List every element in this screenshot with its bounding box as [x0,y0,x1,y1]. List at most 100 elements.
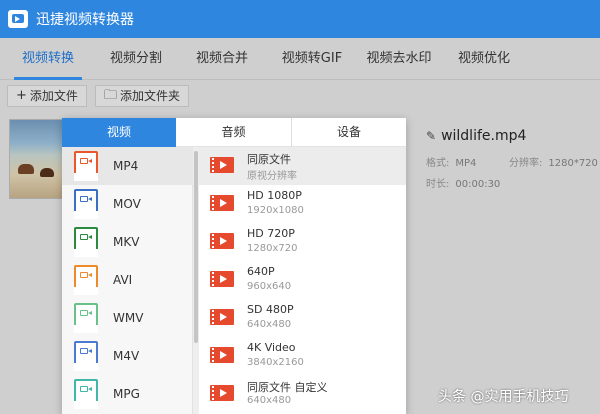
add-file-button[interactable]: + 添加文件 [7,85,87,107]
preset-resolution: 3840x2160 [247,357,304,368]
tab-video-split[interactable]: 视频分割 [104,38,168,80]
app-title: 迅捷视频转换器 [36,12,134,28]
resolution-value: 1280*720 [548,158,598,169]
mov-file-icon: MOV [74,189,98,219]
format-tag: MPG [74,401,98,409]
preset-item[interactable]: 同原文件 原视分辨率 [199,147,406,185]
video-thumbnail[interactable] [9,119,67,199]
preset-name: 640P [247,265,275,278]
tab-video[interactable]: 视频 [62,118,176,147]
format-key: 格式: [426,158,450,169]
format-list: MP4 MP4 MOV MOV MKV MKV AVI AVI WMV WMV M4V M4V MPG M… [62,147,193,414]
main-nav: 视频转换 视频分割 视频合并 视频转GIF 视频去水印 视频优化 [0,38,600,80]
camera-shape [80,348,88,354]
plus-icon: + [16,88,27,103]
add-folder-button[interactable]: 🗀 添加文件夹 [95,85,190,107]
preset-resolution: 960x640 [247,281,292,292]
file-name[interactable]: ✎ wildlife.mp4 [426,128,526,144]
preset-item[interactable]: SD 480P 640x480 [199,299,406,337]
camera-shape [80,272,88,278]
tab-audio[interactable]: 音频 [176,118,291,147]
format-tag: MKV [74,249,98,257]
camera-lens-shape [88,273,92,277]
pencil-icon[interactable]: ✎ [426,129,436,143]
preset-resolution: 1920x1080 [247,205,304,216]
format-label: MOV [113,197,141,211]
preset-item[interactable]: HD 1080P 1920x1080 [199,185,406,223]
format-value: MP4 [455,158,477,169]
preset-resolution: 原视分辨率 [247,171,297,182]
camera-shape [80,196,88,202]
film-icon [210,157,234,173]
resolution-key: 分辨率: [509,158,543,169]
format-label: M4V [113,349,140,363]
duration-value: 00:00:30 [455,179,501,190]
preset-name: 同原文件 自定义 [247,381,328,394]
film-icon [210,271,234,287]
horse-shape [18,164,34,174]
camera-lens-shape [88,197,92,201]
camera-shape [80,158,88,164]
film-icon [210,309,234,325]
tab-device[interactable]: 设备 [291,118,406,147]
folder-icon: 🗀 [104,88,118,103]
file-resolution: 分辨率: 1280*720 [509,154,598,169]
mp4-file-icon: MP4 [74,151,98,181]
format-label: MKV [113,235,140,249]
format-label: MPG [113,387,140,401]
camera-shape [80,310,88,316]
mkv-file-icon: MKV [74,227,98,257]
preset-resolution: 1280x720 [247,243,298,254]
add-file-label: 添加文件 [29,89,78,103]
camera-shape [80,386,88,392]
preset-item[interactable]: 同原文件 自定义 640x480 [199,375,406,413]
preset-item[interactable]: 4K Video 3840x2160 [199,337,406,375]
camera-lens-shape [88,159,92,163]
format-item-m4v[interactable]: M4V M4V [62,337,193,375]
camera-lens-shape [88,311,92,315]
mpg-file-icon: MPG [74,379,98,409]
file-duration: 时长: 00:00:30 [426,175,500,190]
film-icon [210,233,234,249]
preset-list: 同原文件 原视分辨率 HD 1080P 1920x1080 HD 720P 1280x72… [199,147,406,414]
m4v-file-icon: M4V [74,341,98,371]
format-tag: M4V [74,363,98,371]
preset-resolution: 640x480 [247,319,292,330]
preset-item[interactable]: HD 720P 1280x720 [199,223,406,261]
avi-file-icon: AVI [74,265,98,295]
watermark-text: 头条 @实用手机技巧 [438,389,569,405]
file-format: 格式: MP4 [426,154,476,169]
tab-video-merge[interactable]: 视频合并 [190,38,254,80]
toolbar: + 添加文件 🗀 添加文件夹 [0,81,600,111]
duration-key: 时长: [426,179,450,190]
tab-remove-watermark[interactable]: 视频去水印 [362,38,436,80]
format-item-mpg[interactable]: MPG MPG [62,375,193,413]
preset-name: SD 480P [247,303,294,316]
film-icon [210,195,234,211]
preset-name: 4K Video [247,341,296,354]
format-item-avi[interactable]: AVI AVI [62,261,193,299]
format-item-wmv[interactable]: WMV WMV [62,299,193,337]
file-name-text: wildlife.mp4 [441,128,527,144]
format-dropdown: 视频 音频 设备 MP4 MP4 MOV MOV MKV MKV AVI AVI WMV WMV M… [62,118,406,414]
format-item-mkv[interactable]: MKV MKV [62,223,193,261]
tab-video-convert[interactable]: 视频转换 [14,38,82,80]
preset-name: HD 1080P [247,189,302,202]
scrollbar-thumb[interactable] [194,151,198,343]
preset-resolution: 640x480 [247,395,292,406]
format-label: AVI [113,273,133,287]
format-item-mov[interactable]: MOV MOV [62,185,193,223]
film-icon [210,347,234,363]
format-item-mp4[interactable]: MP4 MP4 [62,147,193,185]
format-tag: MP4 [74,173,98,181]
tab-video-optimize[interactable]: 视频优化 [452,38,516,80]
format-tag: AVI [74,287,98,295]
preset-item[interactable]: 640P 960x640 [199,261,406,299]
preset-name: HD 720P [247,227,295,240]
tab-video-to-gif[interactable]: 视频转GIF [276,38,348,80]
app-logo-icon [8,10,28,28]
wmv-file-icon: WMV [74,303,98,333]
film-icon [210,385,234,401]
format-label: WMV [113,311,144,325]
format-label: MP4 [113,159,139,173]
